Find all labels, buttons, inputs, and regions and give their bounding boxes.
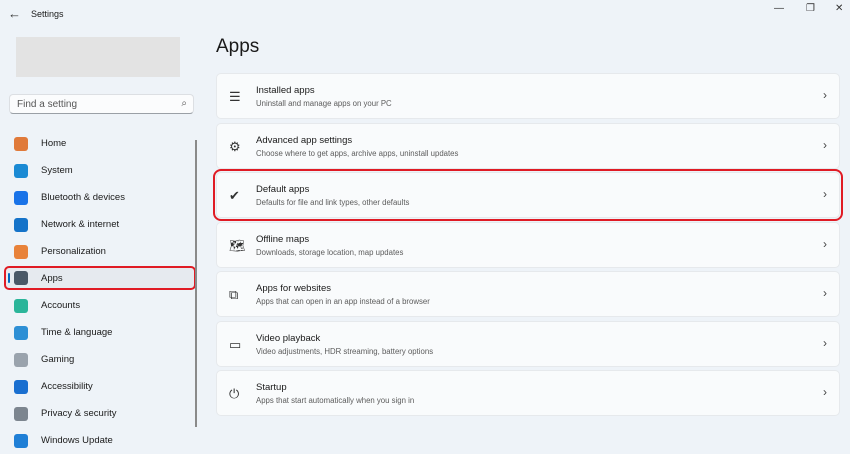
card-default-apps[interactable]: ✔ Default apps Defaults for file and link … [213, 169, 843, 221]
video-playback-icon: ▭ [229, 336, 242, 352]
card-video-playback[interactable]: ▭ Video playback Video adjustments, HDR st… [216, 320, 840, 367]
search-icon: ⌕ [181, 98, 187, 109]
sidebar-item-label: Personalization [41, 246, 106, 257]
network-internet-icon [14, 217, 28, 232]
time-language-icon [14, 325, 28, 340]
chevron-right-icon: › [823, 385, 827, 399]
card-subtitle: Uninstall and manage apps on your PC [256, 99, 392, 108]
search-input[interactable]: Find a setting ⌕ [9, 94, 194, 114]
sidebar-item-gaming[interactable]: Gaming [5, 346, 195, 373]
maximize-button[interactable]: ❐ [806, 3, 815, 14]
sidebar-item-label: Bluetooth & devices [41, 192, 125, 203]
chevron-right-icon: › [823, 187, 827, 201]
minimize-button[interactable]: — [774, 3, 784, 14]
home-icon [14, 136, 28, 151]
card-title: Default apps [256, 184, 310, 195]
card-apps-for-websites[interactable]: ⧉ Apps for websites Apps that can open in … [216, 271, 840, 317]
card-subtitle: Downloads, storage location, map updates [256, 247, 404, 257]
sidebar-item-privacy-security[interactable]: Privacy & security [5, 400, 195, 427]
card-title: Offline maps [256, 233, 310, 245]
sidebar-item-bluetooth-devices[interactable]: Bluetooth & devices [5, 184, 195, 211]
sidebar-item-label: Accounts [41, 300, 81, 311]
card-subtitle: Defaults for file and link types, other … [256, 198, 410, 207]
chevron-right-icon: › [823, 137, 827, 152]
gaming-icon [14, 352, 28, 367]
offline-maps-icon: 🗺 [229, 237, 246, 253]
sidebar-item-personalization[interactable]: Personalization [5, 238, 195, 265]
card-installed-apps[interactable]: ☰ Installed apps Uninstall and manage apps… [216, 73, 840, 119]
user-profile[interactable] [16, 37, 180, 77]
chevron-right-icon: › [823, 236, 827, 251]
sidebar-item-label: Network & internet [41, 219, 120, 230]
advanced-app-settings-icon: ⚙ [229, 138, 241, 154]
sidebar-item-time-language[interactable]: Time & language [5, 319, 195, 346]
card-startup[interactable]: ⏻ Startup Apps that start automatically wh… [216, 370, 840, 416]
accessibility-icon [14, 379, 28, 394]
apps-for-websites-icon: ⧉ [229, 287, 239, 302]
sidebar-item-label: Accessibility [41, 381, 93, 392]
sidebar-item-label: Windows Update [41, 435, 113, 446]
card-title: Installed apps [256, 85, 315, 96]
sidebar-item-label: System [41, 165, 73, 176]
sidebar-item-system[interactable]: System [5, 157, 195, 184]
close-button[interactable]: ✕ [835, 3, 843, 14]
sidebar-item-label: Gaming [41, 354, 75, 365]
bluetooth-devices-icon [14, 190, 28, 205]
card-subtitle: Video adjustments, HDR streaming, batter… [256, 346, 434, 356]
chevron-right-icon: › [823, 335, 827, 350]
apps-icon [14, 271, 28, 285]
installed-apps-icon: ☰ [229, 89, 241, 104]
chevron-right-icon: › [823, 286, 827, 300]
sidebar-nav: Home System Bluetooth & devices Network & i… [4, 130, 196, 454]
sidebar-item-windows-update[interactable]: Windows Update [5, 427, 195, 454]
chevron-right-icon: › [823, 88, 827, 102]
card-subtitle: Apps that can open in an app instead of … [256, 297, 430, 306]
sidebar-item-label: Privacy & security [41, 408, 117, 419]
system-icon [14, 163, 28, 178]
card-title: Advanced app settings [256, 134, 353, 146]
card-title: Startup [256, 382, 287, 393]
sidebar-item-label: Time & language [41, 327, 113, 338]
card-title: Apps for websites [256, 283, 331, 294]
app-title: Settings [31, 9, 64, 19]
default-apps-icon: ✔ [229, 188, 240, 203]
sidebar-scrollbar[interactable] [195, 140, 197, 427]
sidebar-item-accessibility[interactable]: Accessibility [5, 373, 195, 400]
sidebar-item-label: Apps [41, 272, 63, 284]
accounts-icon [14, 298, 28, 313]
page-title: Apps [216, 36, 260, 57]
card-title: Video playback [256, 332, 321, 344]
sidebar-item-network-internet[interactable]: Network & internet [5, 211, 195, 238]
card-subtitle: Apps that start automatically when you s… [256, 396, 415, 405]
card-subtitle: Choose where to get apps, archive apps, … [256, 148, 459, 158]
back-button[interactable]: ← [8, 6, 21, 21]
search-placeholder: Find a setting [17, 99, 78, 110]
privacy-security-icon [14, 406, 28, 421]
sidebar-item-apps[interactable]: Apps [4, 266, 196, 290]
title-bar: ← Settings — ❐ ✕ [0, 0, 850, 28]
card-offline-maps[interactable]: 🗺 Offline maps Downloads, storage location… [216, 221, 840, 268]
windows-update-icon [14, 433, 28, 448]
startup-icon: ⏻ [229, 386, 240, 401]
card-advanced-app-settings[interactable]: ⚙ Advanced app settings Choose where to ge… [216, 122, 840, 169]
personalization-icon [14, 244, 28, 259]
sidebar-item-label: Home [41, 138, 67, 149]
sidebar-item-home[interactable]: Home [5, 130, 195, 157]
sidebar-item-accounts[interactable]: Accounts [5, 292, 195, 319]
